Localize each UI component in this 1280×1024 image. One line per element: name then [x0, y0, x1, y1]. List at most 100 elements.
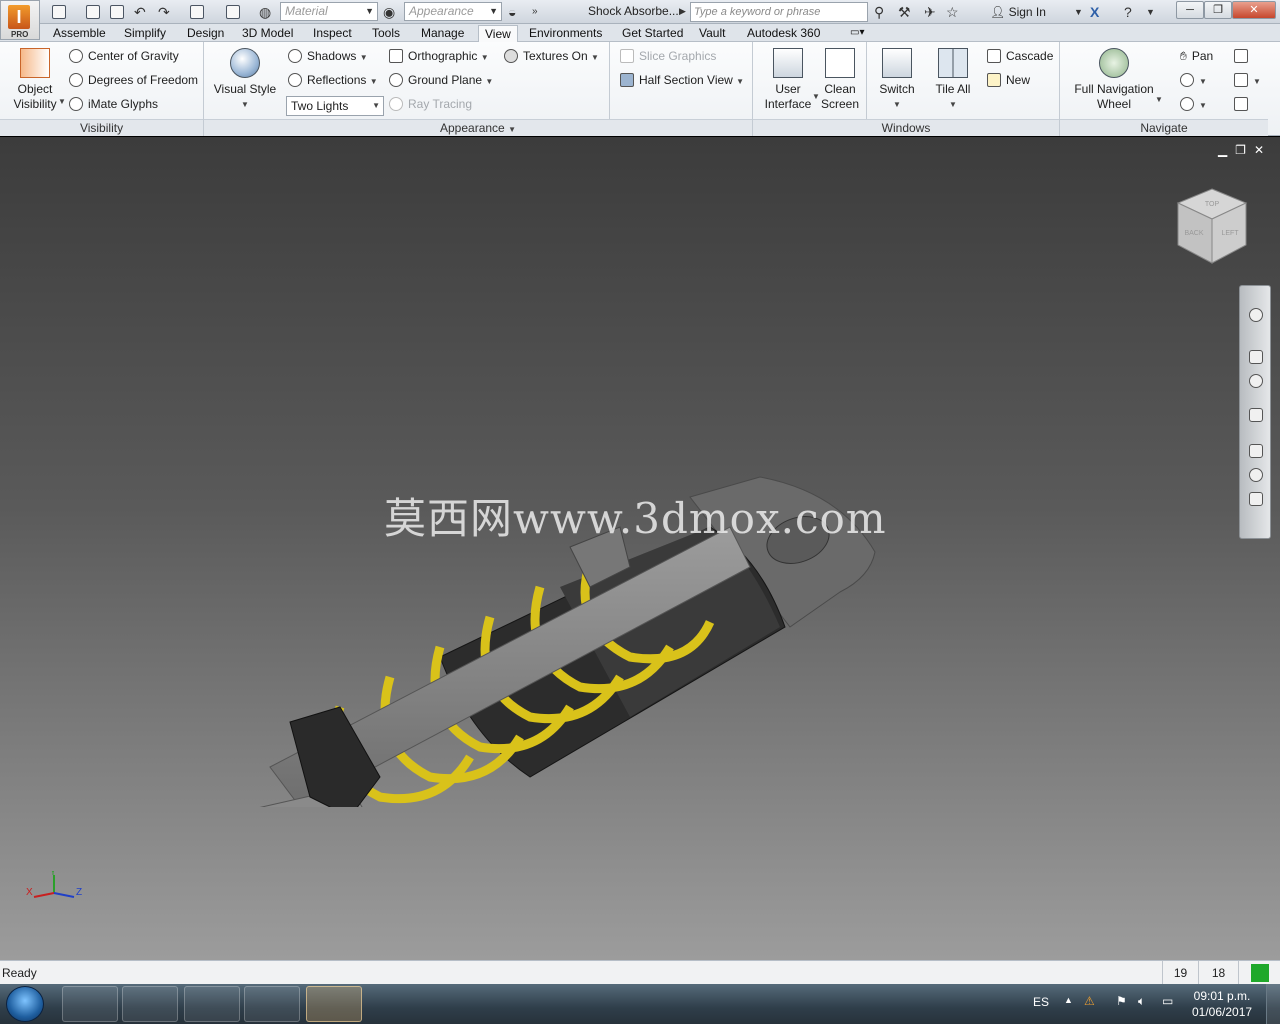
- file-explorer-icon[interactable]: [62, 986, 118, 1022]
- pan-icon[interactable]: [1249, 350, 1263, 364]
- chevron-down-icon[interactable]: ▼: [1146, 7, 1155, 17]
- tab-view[interactable]: View: [478, 25, 518, 42]
- new-file-icon[interactable]: [52, 5, 66, 19]
- imate-glyphs-button[interactable]: iMate Glyphs: [69, 97, 158, 111]
- zoom-window-icon[interactable]: [1249, 468, 1263, 482]
- material-dropdown[interactable]: Material ▼: [280, 2, 378, 21]
- zoom-icon[interactable]: [1249, 374, 1263, 388]
- show-desktop-button[interactable]: [1266, 984, 1280, 1024]
- close-button[interactable]: ✕: [1232, 1, 1276, 19]
- zoom-button[interactable]: ▼: [1180, 73, 1207, 87]
- ray-tracing-button[interactable]: Ray Tracing: [389, 97, 472, 111]
- clear-appearance-icon[interactable]: ◒: [508, 4, 516, 20]
- slice-graphics-button[interactable]: Slice Graphics: [620, 49, 716, 63]
- degrees-of-freedom-button[interactable]: Degrees of Freedom: [69, 73, 198, 87]
- tab-simplify[interactable]: Simplify: [124, 25, 166, 42]
- object-visibility-button[interactable]: Object Visibility: [8, 48, 62, 112]
- tab-vault[interactable]: Vault: [699, 25, 725, 42]
- exchange-icon[interactable]: X: [1090, 4, 1099, 20]
- navigation-bar: [1239, 285, 1271, 539]
- show-hidden-icons-icon[interactable]: ▲: [1064, 995, 1073, 1005]
- tab-inspect[interactable]: Inspect: [313, 25, 352, 42]
- graphics-viewport[interactable]: ▁❐✕ TOP BACK LEFT 莫西网www.3dmox.com X Y Z: [0, 137, 1280, 960]
- orbit-button[interactable]: ▼: [1180, 97, 1207, 111]
- tab-autodesk-360[interactable]: Autodesk 360: [747, 25, 820, 42]
- tab-assemble[interactable]: Assemble: [53, 25, 106, 42]
- chrome-icon[interactable]: [244, 986, 300, 1022]
- view-face-icon[interactable]: [1249, 492, 1263, 506]
- shadows-button[interactable]: Shadows ▼: [288, 49, 368, 63]
- tab-manage[interactable]: Manage: [421, 25, 464, 42]
- update-icon[interactable]: ◍: [259, 4, 271, 21]
- tab-tools[interactable]: Tools: [372, 25, 400, 42]
- chevron-down-icon: ▼: [893, 100, 901, 109]
- textures-button[interactable]: Textures On ▼: [504, 49, 599, 63]
- visual-style-button[interactable]: Visual Style ▼: [212, 48, 278, 112]
- full-navigation-wheel-button[interactable]: Full Navigation Wheel: [1068, 48, 1160, 112]
- clock[interactable]: 09:01 p.m. 01/06/2017: [1192, 988, 1252, 1020]
- search-input[interactable]: Type a keyword or phrase: [690, 2, 868, 22]
- ribbon-options-icon[interactable]: ▭▾: [850, 25, 864, 42]
- appearance-dropdown[interactable]: Appearance ▼: [404, 2, 502, 21]
- open-folder-icon[interactable]: [86, 5, 100, 19]
- select-icon[interactable]: [226, 5, 240, 19]
- look-at-button[interactable]: [1234, 49, 1253, 63]
- save-icon[interactable]: [110, 5, 124, 19]
- new-window-button[interactable]: New: [987, 73, 1030, 87]
- star-icon[interactable]: ☆: [946, 4, 959, 21]
- start-button[interactable]: [6, 986, 44, 1022]
- chrome-icon[interactable]: [184, 986, 240, 1022]
- shock-absorber-model[interactable]: [150, 327, 910, 807]
- wrench-icon[interactable]: ⚒: [898, 4, 911, 21]
- ground-plane-button[interactable]: Ground Plane ▼: [389, 73, 493, 87]
- appearance-group-label[interactable]: Appearance ▼: [204, 119, 752, 136]
- volume-icon[interactable]: 🔈︎: [1138, 994, 1145, 1009]
- inventor-icon[interactable]: [306, 986, 362, 1022]
- tab-get-started[interactable]: Get Started: [622, 25, 683, 42]
- cascade-button[interactable]: Cascade: [987, 49, 1053, 63]
- viewport-restore-button[interactable]: ❐: [1235, 143, 1254, 157]
- media-player-icon[interactable]: [122, 986, 178, 1022]
- redo-icon[interactable]: ↷: [158, 4, 170, 21]
- half-section-view-button[interactable]: Half Section View ▼: [620, 73, 744, 87]
- chevron-down-icon[interactable]: ▼: [1074, 7, 1083, 17]
- undo-icon[interactable]: ↶: [134, 4, 146, 21]
- satellite-icon[interactable]: ✈: [924, 4, 936, 21]
- maximize-button[interactable]: ❐: [1204, 1, 1232, 19]
- network-icon[interactable]: ⚑: [1116, 994, 1127, 1008]
- minimize-button[interactable]: ─: [1176, 1, 1204, 19]
- viewport-minimize-button[interactable]: ▁: [1218, 143, 1235, 157]
- orbit-icon[interactable]: [1249, 408, 1263, 422]
- zoom-all-button[interactable]: ▼: [1234, 73, 1261, 87]
- clean-screen-button[interactable]: Clean Screen: [818, 48, 862, 112]
- zoom-icon: [1180, 73, 1194, 87]
- return-icon[interactable]: [190, 5, 204, 19]
- reflections-button[interactable]: Reflections ▼: [288, 73, 378, 87]
- viewcube[interactable]: TOP BACK LEFT: [1176, 187, 1248, 265]
- pan-button[interactable]: ✋︎ Pan: [1180, 49, 1213, 64]
- tile-all-button[interactable]: Tile All ▼: [930, 48, 976, 112]
- tab-3d-model[interactable]: 3D Model: [242, 25, 293, 42]
- look-at-icon[interactable]: [1249, 444, 1263, 458]
- tab-environments[interactable]: Environments: [529, 25, 602, 42]
- switch-button[interactable]: Switch ▼: [874, 48, 920, 112]
- overflow-icon[interactable]: »: [532, 6, 538, 17]
- action-center-icon[interactable]: ▭: [1162, 994, 1173, 1008]
- lighting-style-dropdown[interactable]: Two Lights ▼: [286, 96, 384, 116]
- viewport-close-button[interactable]: ✕: [1254, 143, 1272, 157]
- steering-wheel-icon[interactable]: [1249, 308, 1263, 322]
- tab-design[interactable]: Design: [187, 25, 224, 42]
- user-interface-button[interactable]: User Interface: [761, 48, 815, 112]
- language-indicator[interactable]: ES: [1033, 995, 1049, 1009]
- x-axis-label: X: [26, 887, 33, 898]
- binoculars-icon[interactable]: ⚲: [874, 4, 884, 21]
- warning-icon[interactable]: ⚠: [1084, 994, 1095, 1008]
- sign-in-link[interactable]: 👤︎ Sign In: [990, 5, 1046, 19]
- new-window-label: New: [1006, 73, 1031, 87]
- help-icon[interactable]: ?: [1124, 4, 1132, 20]
- application-menu-button[interactable]: I PRO: [0, 0, 40, 40]
- center-of-gravity-button[interactable]: Center of Gravity: [69, 49, 179, 63]
- home-view-button[interactable]: [1234, 97, 1253, 111]
- orthographic-button[interactable]: Orthographic ▼: [389, 49, 489, 63]
- imate-glyphs-icon: [69, 97, 83, 111]
